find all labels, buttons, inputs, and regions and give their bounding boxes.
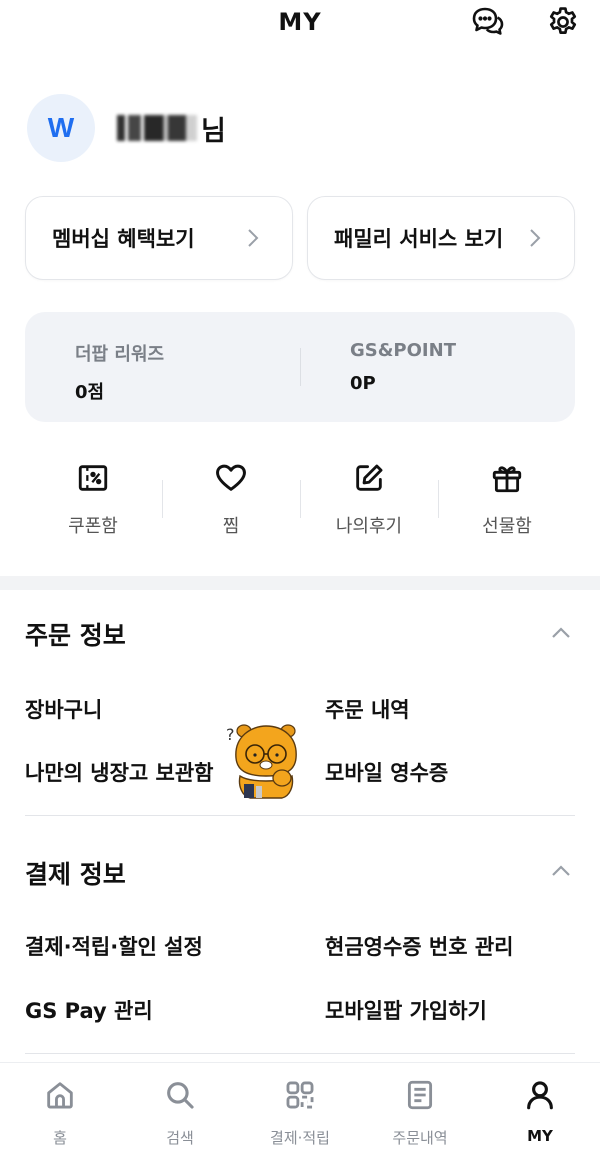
section-divider-line [25,1053,575,1054]
gs-point[interactable]: GS&POINT 0P [350,340,456,394]
chat-bubble-icon[interactable] [470,4,506,40]
top-bar: MY [0,0,600,56]
menu-cart[interactable]: 장바구니 [25,694,102,724]
section-divider-line [25,815,575,816]
nav-my-label: MY [527,1127,553,1145]
person-icon [480,1075,600,1115]
nav-search[interactable]: 검색 [120,1075,240,1148]
chevron-right-icon [530,229,541,247]
nav-my[interactable]: MY [480,1075,600,1145]
mascot-illustration: ? [226,724,297,799]
chevron-up-icon[interactable] [550,626,572,640]
thepop-label: 더팝 리워즈 [75,344,165,365]
order-info-title: 주문 정보 [25,621,126,650]
nav-orders[interactable]: 주문내역 [360,1075,480,1148]
coupon-icon [24,458,162,498]
menu-mobile-receipt[interactable]: 모바일 영수증 [325,757,448,787]
quick-my-reviews[interactable]: 나의후기 [300,458,438,538]
quick-coupon[interactable]: 쿠폰함 [24,458,162,538]
quick-wishlist-label: 찜 [222,516,240,537]
redacted-name [117,115,197,141]
name-suffix: 님 [201,115,226,147]
quick-gift-box-label: 선물함 [482,516,532,537]
search-icon [120,1075,240,1115]
pencil-icon [300,458,438,498]
menu-my-fridge[interactable]: 나만의 냉장고 보관함 [25,757,214,787]
family-service-button[interactable]: 패밀리 서비스 보기 [307,196,575,280]
menu-payment-settings[interactable]: 결제·적립·할인 설정 [25,931,203,961]
user-name: 님 [117,109,226,148]
home-icon [0,1075,120,1115]
avatar: W [27,94,95,162]
chevron-up-icon[interactable] [550,864,572,878]
thepop-value: 0점 [75,382,105,403]
quick-gift-box[interactable]: 선물함 [438,458,576,538]
nav-payment-label: 결제·적립 [270,1129,330,1147]
quick-coupon-label: 쿠폰함 [68,516,118,537]
payment-info-title: 결제 정보 [25,860,126,889]
family-service-label: 패밀리 서비스 보기 [334,227,504,251]
chevron-right-icon [248,229,259,247]
nav-search-label: 검색 [166,1129,194,1147]
quick-menu: 쿠폰함 찜 나의후기 선물함 [0,458,600,548]
bottom-nav: 홈 검색 결제·적립 주문내역 MY [0,1062,600,1170]
section-divider [0,576,600,590]
thepop-rewards[interactable]: 더팝 리워즈 0점 [75,340,164,404]
nav-home[interactable]: 홈 [0,1075,120,1148]
menu-cash-receipt-number[interactable]: 현금영수증 번호 관리 [325,931,514,961]
gift-icon [438,458,576,498]
svg-text:?: ? [226,725,235,744]
menu-order-history[interactable]: 주문 내역 [325,694,410,724]
page-title: MY [278,8,322,36]
profile-row[interactable]: W 님 [27,94,226,162]
heart-icon [162,458,300,498]
gspoint-label: GS&POINT [350,340,456,361]
quick-wishlist[interactable]: 찜 [162,458,300,538]
membership-benefits-button[interactable]: 멤버십 혜택보기 [25,196,293,280]
points-panel: 더팝 리워즈 0점 GS&POINT 0P [25,312,575,422]
document-icon [360,1075,480,1115]
nav-payment[interactable]: 결제·적립 [240,1075,360,1148]
quick-my-reviews-label: 나의후기 [335,516,403,537]
gear-icon[interactable] [545,4,581,40]
membership-benefits-label: 멤버십 혜택보기 [52,227,195,251]
nav-orders-label: 주문내역 [392,1129,448,1147]
qr-code-icon [240,1075,360,1115]
menu-mobilepop-signup[interactable]: 모바일팝 가입하기 [325,995,487,1025]
points-divider [300,348,301,386]
nav-home-label: 홈 [53,1129,67,1147]
menu-gs-pay[interactable]: GS Pay 관리 [25,995,153,1025]
gspoint-value: 0P [350,373,376,394]
